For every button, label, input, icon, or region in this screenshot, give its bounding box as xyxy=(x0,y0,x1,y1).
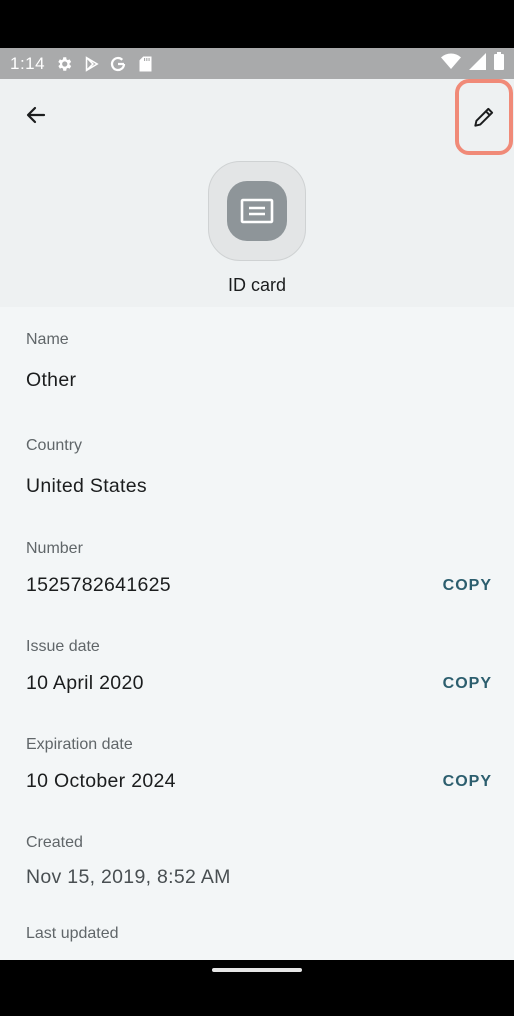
item-type-avatar xyxy=(208,161,306,261)
battery-icon xyxy=(494,52,504,75)
field-value: 10 April 2020 xyxy=(26,672,144,694)
field-value: Other xyxy=(26,369,77,391)
field-issue-date: Issue date 10 April 2020 xyxy=(26,638,496,695)
field-value: 10 October 2024 xyxy=(26,770,176,792)
copy-issue-date-button[interactable]: COPY xyxy=(443,675,492,693)
field-label: Country xyxy=(26,437,83,454)
sd-card-icon xyxy=(136,55,154,73)
home-gesture-handle[interactable] xyxy=(212,968,302,972)
field-name: Name Other xyxy=(26,331,496,392)
wifi-icon xyxy=(441,53,461,75)
signal-icon xyxy=(469,52,486,75)
back-button[interactable] xyxy=(17,96,55,134)
id-card-icon xyxy=(240,198,274,224)
item-title: ID card xyxy=(227,275,287,295)
field-label: Expiration date xyxy=(26,736,133,753)
field-value: United States xyxy=(26,475,147,497)
play-store-icon xyxy=(82,55,100,73)
field-country: Country United States xyxy=(26,437,496,498)
field-label: Created xyxy=(26,834,83,851)
app-screen: ID card Name Other Country United States… xyxy=(0,79,514,960)
field-value: Nov 15, 2019, 8:52 AM xyxy=(26,866,231,888)
copy-expiration-date-button[interactable]: COPY xyxy=(443,773,492,791)
arrow-back-icon xyxy=(26,106,46,124)
field-label: Number xyxy=(26,540,83,557)
item-header: ID card xyxy=(0,79,514,307)
google-icon xyxy=(109,55,127,73)
field-number: Number 1525782641625 xyxy=(26,540,496,597)
pencil-icon xyxy=(474,107,494,127)
field-label: Last updated xyxy=(26,925,119,942)
gear-icon xyxy=(55,55,73,73)
status-time: 1:14 xyxy=(10,53,46,73)
top-bezel xyxy=(0,0,514,48)
copy-number-button[interactable]: COPY xyxy=(443,577,492,595)
edit-button[interactable] xyxy=(455,79,513,155)
field-label: Issue date xyxy=(26,638,100,655)
field-label: Name xyxy=(26,331,69,348)
field-expiration-date: Expiration date 10 October 2024 xyxy=(26,736,496,793)
status-bar: 1:14 xyxy=(0,48,514,79)
field-created: Created Nov 15, 2019, 8:52 AM xyxy=(26,834,496,889)
field-value: 1525782641625 xyxy=(26,574,171,596)
field-last-updated: Last updated xyxy=(26,925,496,943)
